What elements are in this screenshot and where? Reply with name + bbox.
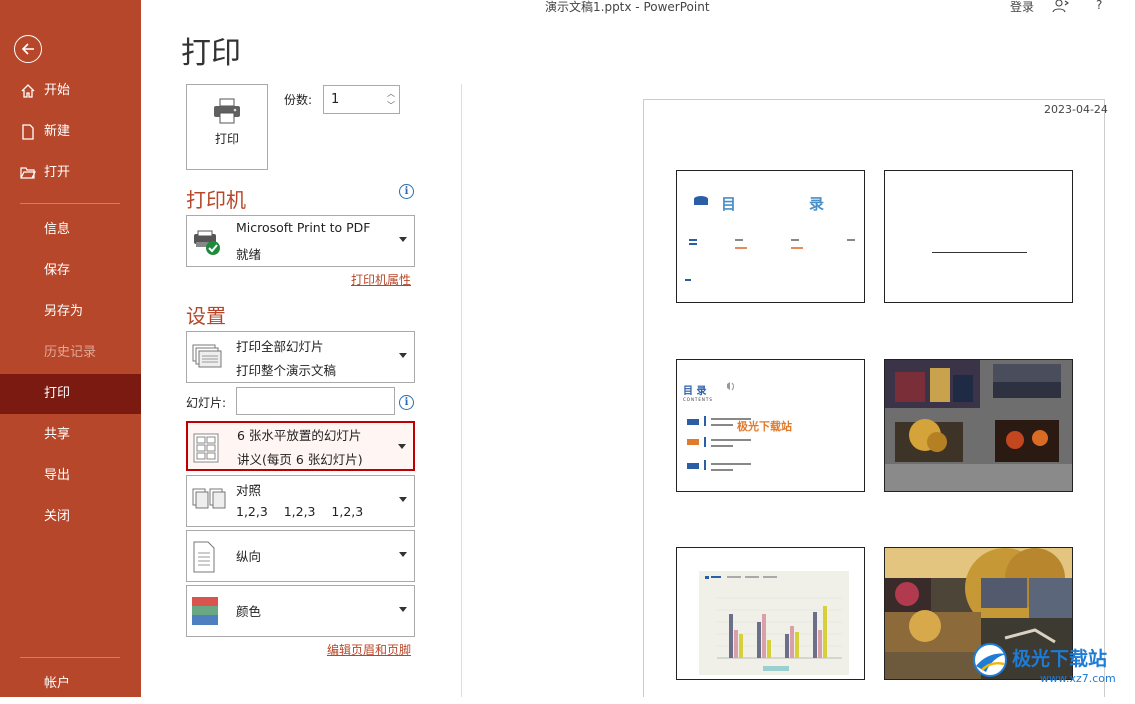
printer-device-icon — [194, 230, 220, 255]
nav-label: 关闭 — [44, 509, 71, 524]
slides-label: 幻灯片: — [186, 396, 227, 410]
slide-5-chart-graphic — [699, 571, 849, 675]
slide-thumbnail-1: 目 录 — [676, 170, 865, 303]
nav-close[interactable]: 关闭 — [0, 497, 141, 537]
help-icon[interactable]: ? — [1096, 0, 1102, 12]
portrait-icon — [193, 541, 215, 573]
slide-2-line — [932, 252, 1027, 253]
color-icon — [192, 597, 218, 625]
printer-status: 就绪 — [236, 247, 262, 262]
collated-icon — [192, 488, 226, 509]
nav-home[interactable]: 开始 — [0, 71, 141, 111]
slide-1-graphic — [685, 196, 855, 281]
back-button[interactable] — [14, 35, 42, 63]
window-title: 演示文稿1.pptx - PowerPoint — [545, 0, 710, 14]
printer-name: Microsoft Print to PDF — [236, 220, 371, 235]
slide-3-overlay-text: 极光下载站 — [737, 420, 792, 433]
copies-decrement[interactable]: ﹀ — [384, 100, 398, 112]
watermark-logo-icon — [973, 643, 1007, 677]
chevron-down-icon — [399, 353, 407, 358]
edit-header-footer-link[interactable]: 编辑页眉和页脚 — [327, 641, 411, 658]
print-range-title: 打印全部幻灯片 — [236, 339, 324, 354]
printer-icon — [214, 98, 240, 124]
backstage-sidebar: 开始 新建 打开 信息 保存 另存为 历史记录 打印 共享 导出 关闭 帐户 — [0, 0, 141, 697]
print-button[interactable]: 打印 — [186, 84, 268, 170]
nav-new[interactable]: 新建 — [0, 112, 141, 152]
printer-select[interactable]: Microsoft Print to PDF 就绪 — [186, 215, 415, 267]
slide-1-title-right: 录 — [809, 195, 825, 213]
person-icon[interactable] — [1052, 0, 1070, 13]
page-title: 打印 — [181, 36, 241, 71]
slide-4-photo-collage — [885, 360, 1072, 491]
nav-info[interactable]: 信息 — [0, 210, 141, 250]
new-file-icon — [22, 124, 34, 140]
info-icon[interactable]: i — [399, 395, 414, 410]
info-icon[interactable]: i — [399, 184, 414, 199]
nav-label: 历史记录 — [44, 345, 97, 360]
home-icon — [21, 84, 35, 98]
print-range-desc: 打印整个演示文稿 — [236, 363, 337, 378]
chevron-down-icon — [399, 497, 407, 502]
nav-label: 保存 — [44, 263, 71, 278]
preview-date: 2023-04-24 — [1044, 103, 1108, 116]
collate-select[interactable]: 对照 1,2,3 1,2,3 1,2,3 — [186, 475, 415, 527]
folder-open-icon — [20, 167, 36, 179]
printer-properties-link[interactable]: 打印机属性 — [351, 271, 411, 288]
sidebar-divider — [20, 203, 120, 204]
slide-thumbnail-2 — [884, 170, 1073, 303]
chevron-down-icon — [398, 444, 406, 449]
handout-layout-icon — [193, 433, 219, 463]
slides-input[interactable] — [236, 387, 395, 415]
nav-history: 历史记录 — [0, 333, 141, 373]
layout-select[interactable]: 6 张水平放置的幻灯片 讲义(每页 6 张幻灯片) — [186, 421, 415, 471]
print-range-select[interactable]: 打印全部幻灯片 打印整个演示文稿 — [186, 331, 415, 383]
watermark-url: www.xz7.com — [1040, 672, 1116, 685]
print-button-label: 打印 — [214, 132, 239, 146]
nav-label: 打印 — [44, 386, 71, 401]
color-label: 颜色 — [236, 604, 262, 619]
slide-thumbnail-3: 目 录 CONTENTS 极光下载站 — [676, 359, 865, 492]
nav-save[interactable]: 保存 — [0, 251, 141, 291]
collate-order: 1,2,3 1,2,3 1,2,3 — [236, 504, 364, 519]
nav-export[interactable]: 导出 — [0, 456, 141, 496]
nav-label: 帐户 — [44, 676, 71, 691]
nav-label: 开始 — [44, 83, 71, 98]
chevron-down-icon — [399, 237, 407, 242]
slide-1-title-left: 目 — [721, 195, 737, 213]
layout-title: 6 张水平放置的幻灯片 — [237, 428, 362, 443]
nav-save-as[interactable]: 另存为 — [0, 292, 141, 332]
copies-label: 份数: — [284, 93, 313, 107]
nav-label: 导出 — [44, 468, 71, 483]
nav-label: 另存为 — [44, 304, 84, 319]
settings-heading: 设置 — [186, 304, 226, 328]
layout-desc: 讲义(每页 6 张幻灯片) — [237, 452, 363, 467]
sign-in-link[interactable]: 登录 — [1010, 0, 1034, 15]
color-select[interactable]: 颜色 — [186, 585, 415, 637]
all-slides-icon — [192, 344, 222, 368]
nav-label: 新建 — [44, 124, 71, 139]
orientation-select[interactable]: 纵向 — [186, 530, 415, 582]
nav-open[interactable]: 打开 — [0, 153, 141, 193]
chevron-down-icon — [399, 552, 407, 557]
nav-label: 共享 — [44, 427, 71, 442]
slide-thumbnail-5 — [676, 547, 865, 680]
collate-title: 对照 — [236, 483, 262, 498]
nav-label: 打开 — [44, 165, 71, 180]
panel-divider — [461, 84, 462, 697]
back-arrow-icon — [21, 43, 34, 55]
watermark-text: 极光下载站 — [1012, 648, 1108, 670]
copies-increment[interactable]: ︿ — [384, 88, 398, 100]
slide-thumbnail-4 — [884, 359, 1073, 492]
printer-heading: 打印机 — [186, 188, 246, 212]
nav-print[interactable]: 打印 — [0, 374, 141, 414]
nav-account[interactable]: 帐户 — [0, 664, 141, 704]
nav-share[interactable]: 共享 — [0, 415, 141, 455]
chevron-down-icon — [399, 607, 407, 612]
sidebar-divider — [20, 657, 120, 658]
nav-label: 信息 — [44, 222, 71, 237]
orientation-label: 纵向 — [236, 549, 262, 564]
